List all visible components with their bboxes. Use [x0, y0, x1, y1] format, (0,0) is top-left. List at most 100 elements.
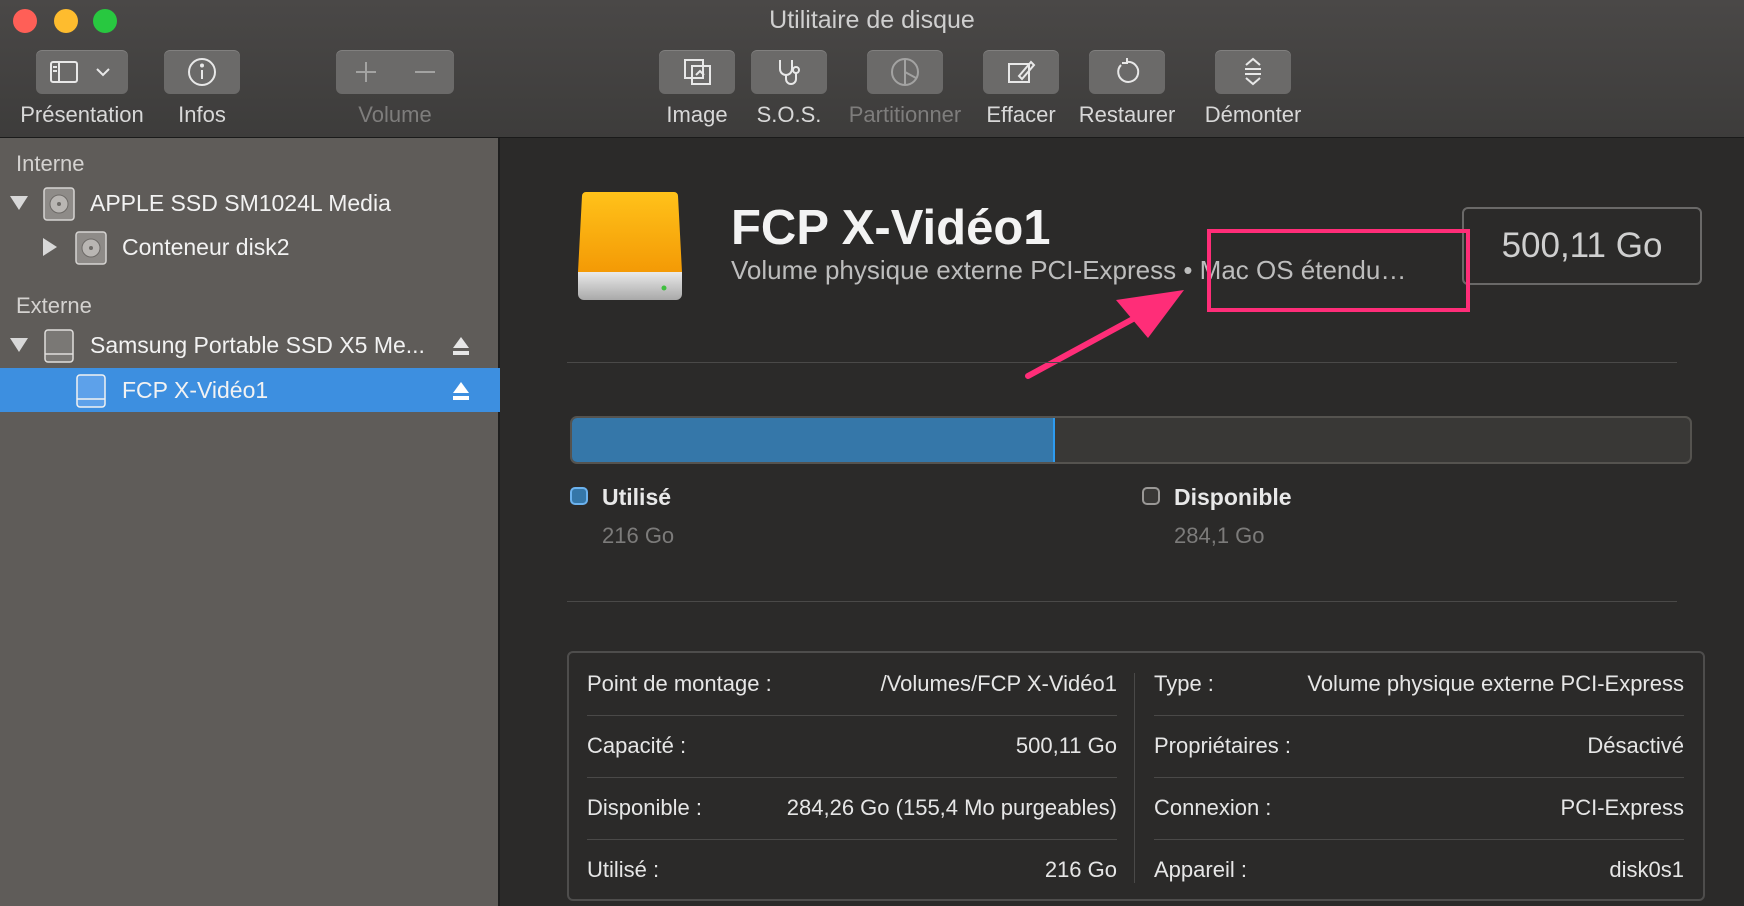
column-separator	[1134, 673, 1135, 883]
unmount-icon	[1245, 57, 1261, 86]
presentation-tool[interactable]: Présentation	[12, 50, 152, 128]
image-icon	[684, 59, 711, 85]
info-icon	[188, 58, 216, 86]
sidebar-item-container-disk2[interactable]: Conteneur disk2	[0, 225, 500, 269]
info-key: Connexion :	[1154, 795, 1272, 820]
info-key: Point de montage :	[587, 671, 772, 696]
info-row-connection: Connexion : PCI-Express	[1154, 777, 1684, 839]
erase-label: Effacer	[986, 102, 1056, 127]
free-label: Disponible	[1174, 484, 1292, 510]
external-section-header: Externe	[16, 293, 92, 318]
divider	[567, 362, 1677, 363]
annotation-arrow-icon	[1025, 290, 1184, 379]
free-swatch	[1142, 487, 1160, 505]
info-table: Point de montage : /Volumes/FCP X-Vidéo1…	[567, 651, 1705, 901]
partition-tool[interactable]: Partitionner	[840, 50, 970, 128]
erase-icon	[1008, 60, 1036, 83]
info-key: Disponible :	[587, 795, 702, 820]
disclosure-triangle-icon[interactable]	[10, 338, 28, 352]
info-label: Infos	[178, 102, 226, 127]
capacity-display: 500,11 Go	[1462, 207, 1702, 285]
restore-label: Restaurer	[1078, 102, 1176, 127]
partition-icon	[891, 58, 919, 86]
info-row-used: Utilisé : 216 Go	[587, 839, 1117, 901]
sidebar-item-fcp-video1[interactable]: FCP X-Vidéo1	[0, 368, 500, 412]
presentation-label: Présentation	[20, 102, 144, 127]
erase-button[interactable]	[983, 50, 1059, 94]
info-key: Capacité :	[587, 733, 687, 758]
external-disk-icon	[44, 329, 74, 363]
volume-icon	[76, 374, 106, 408]
window-title: Utilitaire de disque	[769, 6, 975, 34]
container-disk-icon	[75, 231, 107, 265]
info-value: Désactivé	[1587, 733, 1684, 758]
annotation-highlight-box	[1207, 229, 1470, 312]
info-value: 216 Go	[1044, 857, 1117, 882]
usage-bar-used	[572, 418, 1055, 462]
usage-bar	[570, 416, 1692, 464]
unmount-tool[interactable]: Démonter	[1199, 50, 1307, 128]
disclosure-triangle-icon[interactable]	[43, 238, 57, 256]
main-panel: FCP X-Vidéo1 Volume physique externe PCI…	[502, 138, 1744, 906]
info-key: Propriétaires :	[1154, 733, 1291, 758]
info-row-mount-point: Point de montage : /Volumes/FCP X-Vidéo1	[587, 653, 1117, 715]
info-value: disk0s1	[1609, 857, 1684, 882]
info-key: Type :	[1154, 671, 1214, 696]
info-value: /Volumes/FCP X-Vidéo1	[880, 671, 1117, 696]
info-key: Appareil :	[1154, 857, 1247, 882]
eject-icon[interactable]	[452, 381, 470, 401]
partition-button[interactable]	[867, 50, 943, 94]
restore-button[interactable]	[1089, 50, 1165, 94]
info-row-owners: Propriétaires : Désactivé	[1154, 715, 1684, 777]
sidebar-item-label: FCP X-Vidéo1	[122, 377, 269, 403]
internal-section-header: Interne	[16, 151, 85, 176]
info-row-device: Appareil : disk0s1	[1154, 839, 1684, 901]
sidebar-item-samsung-ssd[interactable]: Samsung Portable SSD X5 Me...	[0, 323, 500, 367]
sidebar-item-label: Conteneur disk2	[122, 234, 290, 260]
eject-icon[interactable]	[452, 336, 470, 356]
minus-icon[interactable]	[412, 59, 438, 85]
plus-icon[interactable]	[353, 59, 379, 85]
restore-tool[interactable]: Restaurer	[1073, 50, 1181, 128]
image-button[interactable]	[659, 50, 735, 94]
info-value: PCI-Express	[1560, 795, 1684, 820]
volume-buttons[interactable]	[336, 50, 454, 94]
unmount-label: Démonter	[1204, 102, 1302, 127]
info-value: 500,11 Go	[1015, 733, 1117, 758]
used-label: Utilisé	[602, 484, 672, 510]
used-value: 216 Go	[602, 523, 675, 548]
info-tool[interactable]: Infos	[164, 50, 240, 128]
sidebar-item-label: APPLE SSD SM1024L Media	[90, 190, 391, 216]
info-row-available: Disponible : 284,26 Go (155,4 Mo purgeab…	[587, 777, 1117, 839]
divider	[567, 601, 1677, 602]
info-value: Volume physique externe PCI-Express	[1307, 671, 1684, 696]
sidebar-item-apple-ssd[interactable]: APPLE SSD SM1024L Media	[0, 181, 500, 225]
image-label: Image	[666, 102, 728, 127]
volume-tool[interactable]: Volume	[336, 50, 454, 128]
info-row-capacity: Capacité : 500,11 Go	[587, 715, 1117, 777]
free-value: 284,1 Go	[1174, 523, 1265, 548]
first-aid-tool[interactable]: S.O.S.	[751, 50, 827, 128]
info-button[interactable]	[164, 50, 240, 94]
info-key: Utilisé :	[587, 857, 660, 882]
sidebar-item-label: Samsung Portable SSD X5 Me...	[90, 332, 425, 358]
restore-icon	[1117, 58, 1140, 83]
chevron-down-icon	[96, 68, 110, 77]
stethoscope-icon	[779, 60, 800, 85]
first-aid-label: S.O.S.	[756, 102, 822, 127]
first-aid-button[interactable]	[751, 50, 827, 94]
unmount-button[interactable]	[1215, 50, 1291, 94]
disclosure-triangle-icon[interactable]	[10, 196, 28, 210]
partition-label: Partitionner	[848, 102, 962, 127]
sidebar: Interne APPLE SSD SM1024L Media Conteneu…	[0, 138, 500, 906]
image-tool[interactable]: Image	[659, 50, 735, 128]
info-value: 284,26 Go (155,4 Mo purgeables)	[786, 795, 1117, 820]
sidebar-icon	[50, 61, 78, 83]
volume-label: Volume	[358, 102, 432, 127]
toolbar: Utilitaire de disque Présentation Infos	[0, 0, 1744, 138]
internal-disk-icon	[43, 187, 75, 221]
erase-tool[interactable]: Effacer	[983, 50, 1059, 128]
info-row-type: Type : Volume physique externe PCI-Expre…	[1154, 653, 1684, 715]
used-swatch	[570, 487, 588, 505]
presentation-button[interactable]	[36, 50, 128, 94]
